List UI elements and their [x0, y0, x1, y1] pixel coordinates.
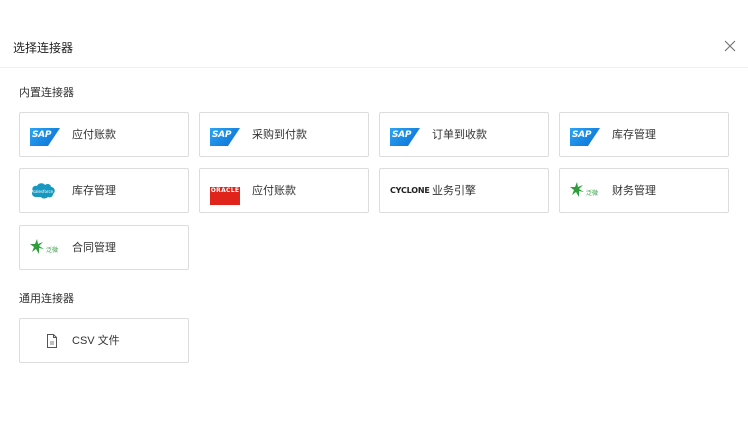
connector-card-oracle-ap[interactable]: ORACLE 应付账款 — [199, 168, 369, 213]
connector-card-sap-p2p[interactable]: SAP 采购到付款 — [199, 112, 369, 157]
sap-logo: SAP — [210, 128, 240, 146]
weaver-logo: 泛微 — [30, 238, 60, 256]
connector-card-sap-inventory[interactable]: SAP 库存管理 — [559, 112, 729, 157]
salesforce-logo-text: salesforce — [33, 189, 54, 194]
file-icon — [46, 334, 58, 348]
connector-card-csv[interactable]: CSV 文件 — [19, 318, 189, 363]
connector-label: 业务引擎 — [432, 185, 476, 197]
oracle-logo: ORACLE — [210, 187, 240, 205]
sap-logo: SAP — [30, 128, 60, 146]
connector-card-weaver-contract[interactable]: 泛微 合同管理 — [19, 225, 189, 270]
close-icon[interactable] — [724, 40, 740, 56]
connector-card-cyclone-engine[interactable]: CYCLONE 业务引擎 — [379, 168, 549, 213]
weaver-logo-text: 泛微 — [46, 246, 58, 254]
weaver-logo-text: 泛微 — [586, 189, 598, 197]
connector-dialog: 选择连接器 内置连接器 SAP 应付账款 SAP 采购到付款 SAP 订单到收款… — [0, 0, 748, 425]
connector-card-sap-o2c[interactable]: SAP 订单到收款 — [379, 112, 549, 157]
connector-label: 应付账款 — [72, 129, 116, 141]
connector-label: 应付账款 — [252, 185, 296, 197]
connector-label: 财务管理 — [612, 185, 656, 197]
connector-label: 库存管理 — [72, 185, 116, 197]
connector-label: 采购到付款 — [252, 129, 307, 141]
connector-label: 库存管理 — [612, 129, 656, 141]
cyclone-logo: CYCLONE — [390, 186, 430, 195]
sap-logo: SAP — [570, 128, 600, 146]
generic-section-label: 通用连接器 — [19, 293, 74, 305]
connector-card-sap-ap[interactable]: SAP 应付账款 — [19, 112, 189, 157]
connector-card-salesforce-inventory[interactable]: salesforce 库存管理 — [19, 168, 189, 213]
connector-card-weaver-finance[interactable]: 泛微 财务管理 — [559, 168, 729, 213]
dialog-title: 选择连接器 — [13, 41, 74, 55]
builtin-section-label: 内置连接器 — [19, 87, 74, 99]
salesforce-logo: salesforce — [30, 182, 60, 200]
connector-label: 合同管理 — [72, 242, 116, 254]
dialog-header: 选择连接器 — [0, 0, 748, 68]
connector-label: CSV 文件 — [72, 335, 120, 347]
sap-logo: SAP — [390, 128, 420, 146]
weaver-logo: 泛微 — [570, 181, 600, 199]
connector-label: 订单到收款 — [432, 129, 487, 141]
